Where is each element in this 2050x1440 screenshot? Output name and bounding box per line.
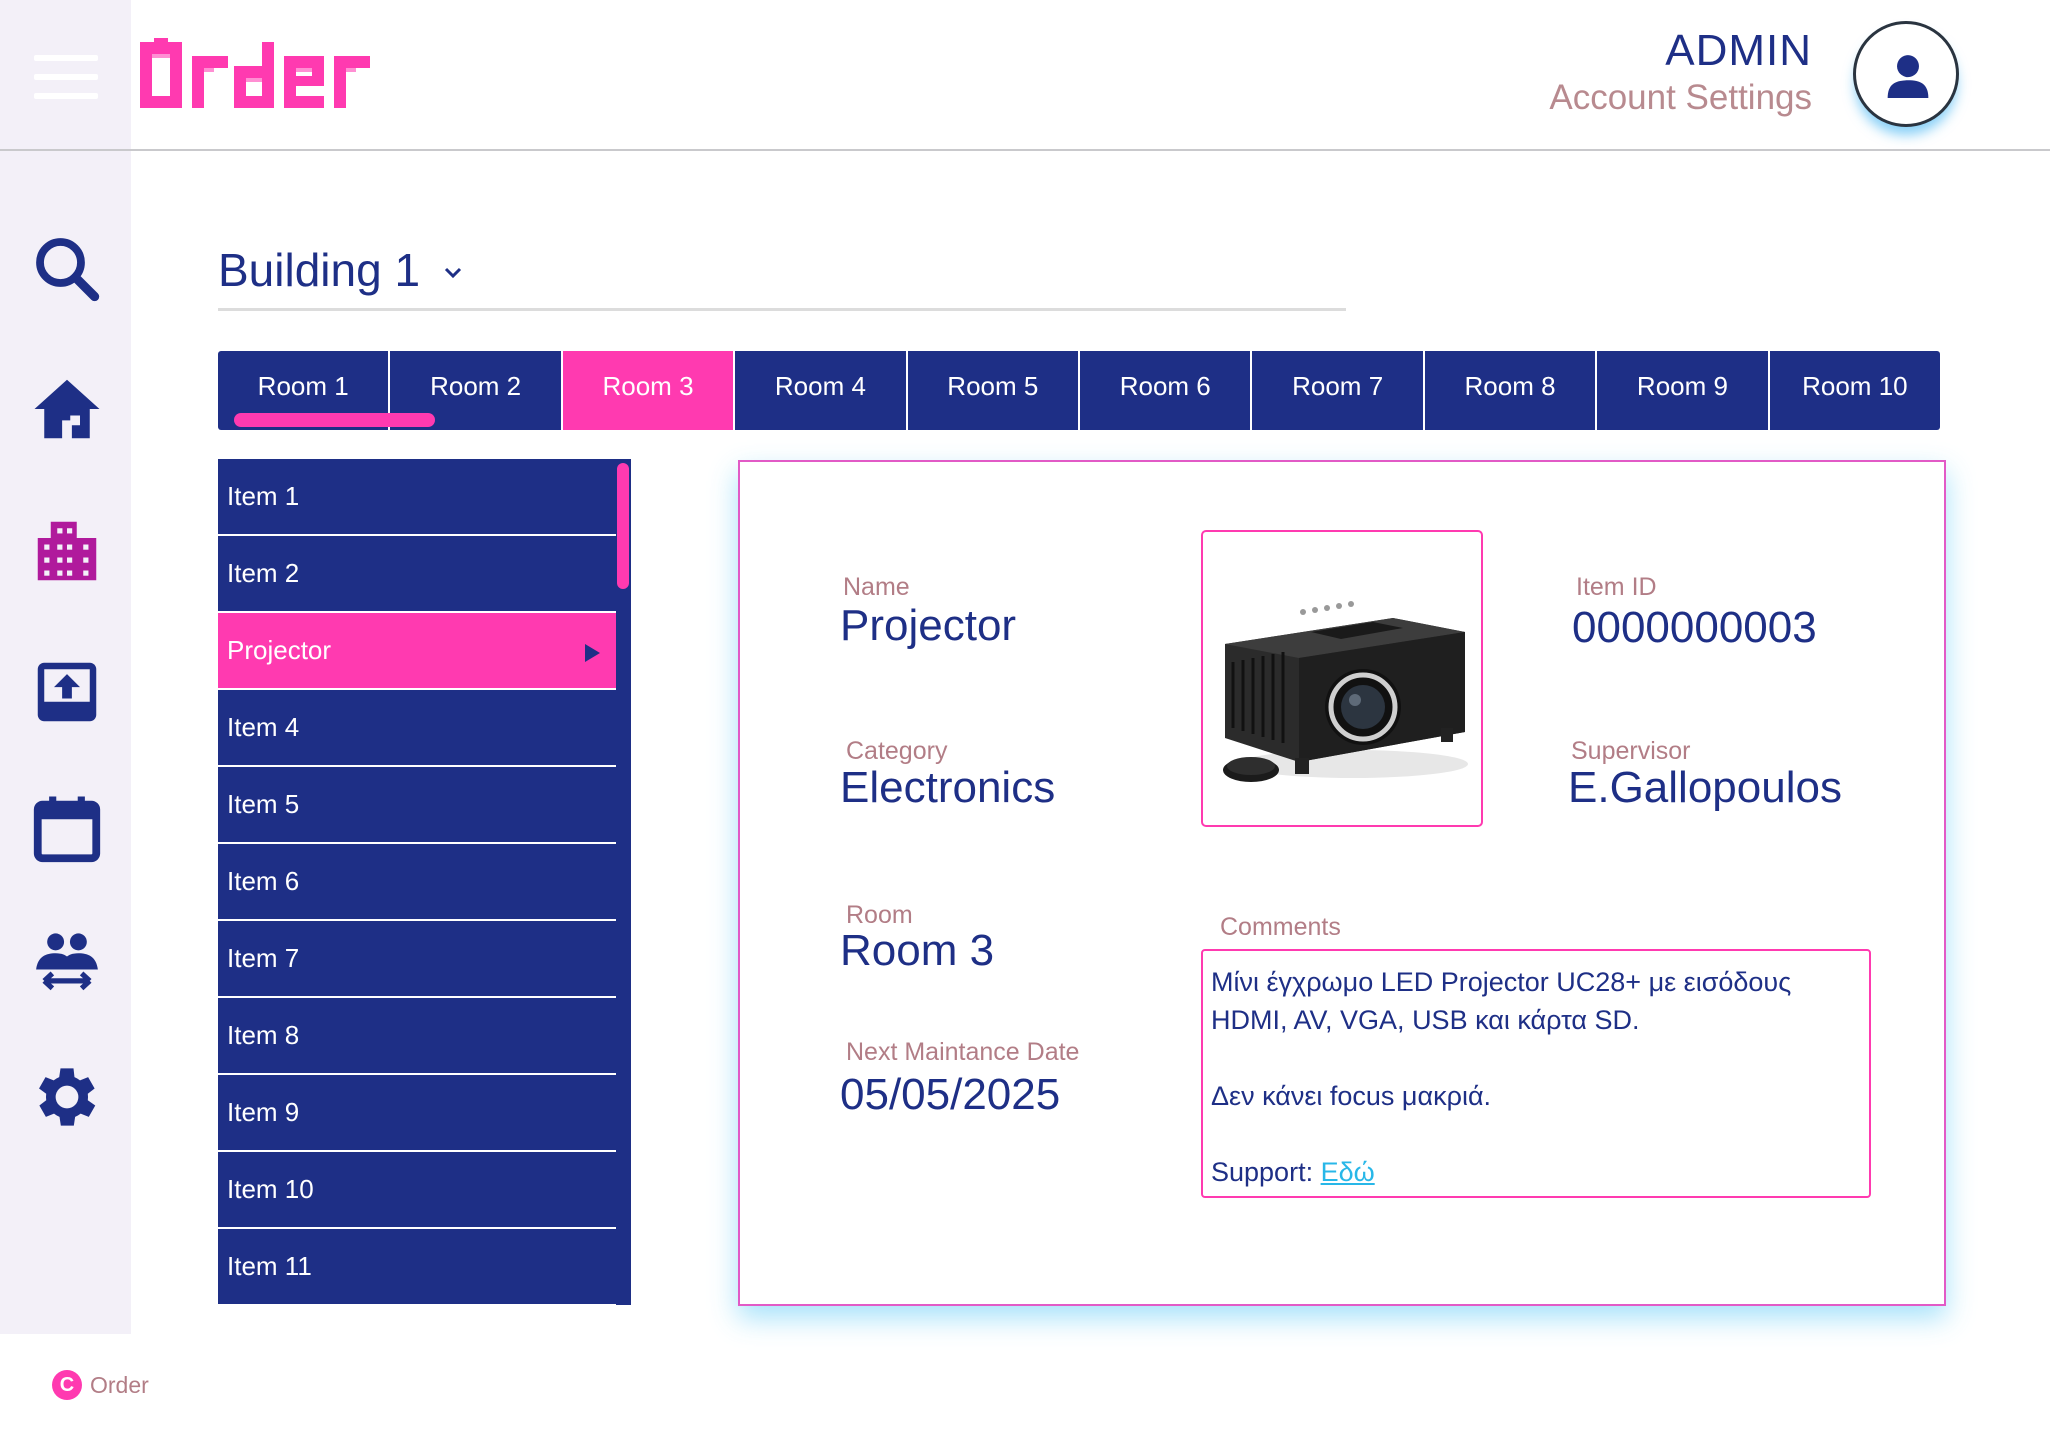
app-window: ADMIN Account Settings Building 1 Room 1… xyxy=(0,0,2050,1440)
name-value: Projector xyxy=(840,601,1017,650)
name-label: Name xyxy=(843,573,910,601)
list-item[interactable]: Item 1 xyxy=(218,459,616,536)
tab-room-8[interactable]: Room 8 xyxy=(1425,351,1598,430)
upload-icon[interactable] xyxy=(28,653,106,731)
maintenance-date-value: 05/05/2025 xyxy=(840,1070,1061,1119)
item-photo[interactable] xyxy=(1201,530,1483,827)
tab-room-9[interactable]: Room 9 xyxy=(1597,351,1770,430)
supervisor-value: E.Gallopoulos xyxy=(1568,763,1842,812)
category-label: Category xyxy=(846,737,948,765)
list-item[interactable]: Item 2 xyxy=(218,536,616,613)
list-item-label: Item 11 xyxy=(227,1251,312,1281)
list-item-label: Projector xyxy=(227,635,332,665)
support-row: Support: Εδώ xyxy=(1211,1153,1861,1191)
list-item-label: Item 5 xyxy=(227,789,300,819)
account-settings-link[interactable]: Account Settings xyxy=(1549,78,1812,118)
list-item[interactable]: Item 9 xyxy=(218,1075,616,1152)
projector-image xyxy=(1223,601,1468,782)
play-arrow-icon xyxy=(585,644,600,662)
chevron-down-icon xyxy=(444,267,461,279)
room-tabs: Room 1 Room 2 Room 3 Room 4 Room 5 Room 6 Room… xyxy=(218,351,1940,430)
support-label: Support: xyxy=(1211,1157,1321,1187)
admin-name: ADMIN xyxy=(1665,26,1812,75)
support-link[interactable]: Εδώ xyxy=(1321,1157,1375,1187)
list-item-label: Item 1 xyxy=(227,481,300,511)
list-item[interactable]: Item 10 xyxy=(218,1152,616,1229)
tab-room-6[interactable]: Room 6 xyxy=(1080,351,1253,430)
comments-blank xyxy=(1211,1039,1861,1077)
footer-brand-text: Order xyxy=(90,1371,149,1398)
gear-icon[interactable] xyxy=(28,1058,106,1136)
tab-room-3[interactable]: Room 3 xyxy=(562,351,736,430)
header-divider xyxy=(0,149,2050,151)
item-id-value: 0000000003 xyxy=(1572,603,1817,652)
user-icon xyxy=(1887,55,1929,98)
list-item-label: Item 2 xyxy=(227,558,300,588)
list-item[interactable]: Item 4 xyxy=(218,690,616,767)
tab-room-7[interactable]: Room 7 xyxy=(1252,351,1425,430)
item-id-label: Item ID xyxy=(1576,573,1657,601)
tab-room-10[interactable]: Room 10 xyxy=(1770,351,1940,430)
footer-brand: C Order xyxy=(52,1370,149,1400)
comments-line: HDMI, AV, VGA, USB και κάρτα SD. xyxy=(1211,1005,1640,1035)
comments-line: Μίνι έγχρωμο LED Projector UC28+ με εισό… xyxy=(1211,967,1792,997)
supervisor-label: Supervisor xyxy=(1571,737,1691,765)
order-logo[interactable] xyxy=(138,36,438,116)
tab-room-4[interactable]: Room 4 xyxy=(735,351,908,430)
list-scrollbar[interactable] xyxy=(617,463,629,589)
hamburger-menu-icon[interactable] xyxy=(34,55,98,105)
avatar[interactable] xyxy=(1853,21,1959,127)
list-item[interactable]: Item 5 xyxy=(218,767,616,844)
calendar-icon[interactable] xyxy=(28,790,106,868)
list-item-label: Item 9 xyxy=(227,1097,300,1127)
list-item[interactable]: Item 6 xyxy=(218,844,616,921)
item-list: Item 1 Item 2 Projector Item 4 Item 5 Item 6 I… xyxy=(218,459,631,1305)
list-item[interactable]: Item 7 xyxy=(218,921,616,998)
people-swap-icon[interactable] xyxy=(28,924,106,1002)
list-item-label: Item 7 xyxy=(227,943,300,973)
tab-room-5[interactable]: Room 5 xyxy=(908,351,1081,430)
comments-box: Μίνι έγχρωμο LED Projector UC28+ με εισό… xyxy=(1201,949,1871,1198)
building-icon[interactable] xyxy=(28,512,106,590)
comments-blank xyxy=(1211,1115,1861,1153)
list-item[interactable]: Item 8 xyxy=(218,998,616,1075)
list-item[interactable]: Item 11 xyxy=(218,1229,616,1305)
maintenance-date-label: Next Maintance Date xyxy=(846,1038,1080,1066)
brand-c-icon: C xyxy=(52,1370,82,1400)
active-tab-indicator xyxy=(234,413,435,427)
comments-label: Comments xyxy=(1220,913,1341,941)
sidebar xyxy=(0,0,131,1334)
comments-line: Δεν κάνει focus μακριά. xyxy=(1211,1081,1492,1111)
list-item-label: Item 6 xyxy=(227,866,300,896)
room-value: Room 3 xyxy=(840,926,995,975)
building-select[interactable]: Building 1 xyxy=(218,243,463,297)
category-value: Electronics xyxy=(840,763,1056,812)
list-item-label: Item 4 xyxy=(227,712,300,742)
list-item-label: Item 8 xyxy=(227,1020,300,1050)
building-underline xyxy=(218,308,1346,311)
list-item-label: Item 10 xyxy=(227,1174,314,1204)
building-label: Building 1 xyxy=(218,244,421,296)
search-icon[interactable] xyxy=(28,230,106,308)
list-item[interactable]: Projector xyxy=(218,613,616,690)
home-icon[interactable] xyxy=(28,370,106,448)
